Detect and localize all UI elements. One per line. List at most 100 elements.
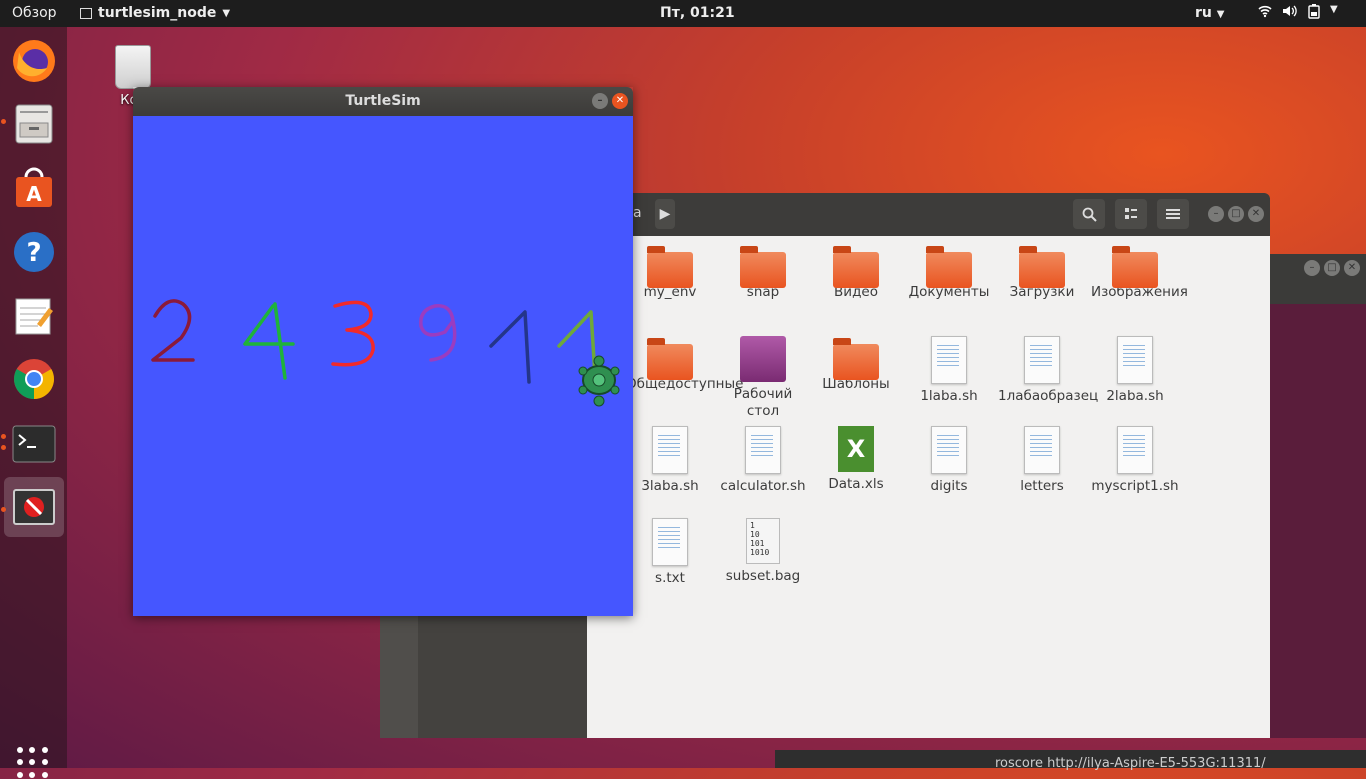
file-label: 3laba.sh	[641, 478, 699, 494]
file-label: 1лабаобразец	[998, 388, 1099, 404]
text-file-icon	[1024, 336, 1060, 384]
file-item[interactable]: X Data.xls	[812, 426, 900, 493]
text-file-icon	[652, 426, 688, 474]
menu-button[interactable]	[1157, 199, 1189, 229]
chevron-right-icon: ▶	[659, 206, 671, 222]
text-editor-launcher[interactable]	[4, 285, 64, 345]
file-item[interactable]: Документы	[905, 244, 993, 301]
notepad-icon	[15, 298, 53, 335]
drawn-digit-1	[557, 310, 597, 378]
file-item[interactable]: 2laba.sh	[1091, 336, 1179, 405]
system-tray[interactable]: ▼	[1258, 4, 1338, 23]
maximize-icon[interactable]: □	[1324, 260, 1340, 276]
turtlesim-canvas	[133, 116, 633, 616]
language-indicator[interactable]: ru ▼	[1195, 5, 1224, 21]
text-file-icon	[1117, 426, 1153, 474]
file-item[interactable]: myscript1.sh	[1091, 426, 1179, 495]
file-item[interactable]: Изображения	[1091, 244, 1188, 301]
file-label: Data.xls	[828, 476, 884, 492]
show-applications-button[interactable]	[17, 747, 49, 779]
window-icon	[80, 7, 92, 19]
volume-icon	[1282, 4, 1298, 23]
file-label: letters	[1020, 478, 1064, 494]
folder-icon	[926, 246, 972, 288]
turtlesim-window: TurtleSim – ✕	[133, 87, 633, 616]
file-item[interactable]: 1 10 101 1010 subset.bag	[719, 518, 807, 585]
minimize-icon[interactable]: –	[1208, 206, 1224, 222]
breadcrumb[interactable]: a	[633, 205, 642, 221]
drawn-digit-4	[243, 302, 295, 380]
file-item[interactable]: digits	[905, 426, 993, 495]
chevron-down-icon: ▼	[1216, 9, 1225, 20]
turtlesim-launcher[interactable]	[4, 477, 64, 537]
file-label: subset.bag	[725, 568, 801, 584]
folder-icon	[740, 246, 786, 288]
search-icon	[1082, 207, 1097, 222]
text-file-icon	[931, 336, 967, 384]
folder-icon	[647, 338, 693, 380]
text-file-icon	[1117, 336, 1153, 384]
app-menu[interactable]: turtlesim_node ▼	[80, 5, 230, 21]
minimize-icon[interactable]: –	[1304, 260, 1320, 276]
folder-icon	[833, 338, 879, 380]
file-item[interactable]: calculator.sh	[719, 426, 807, 495]
file-item[interactable]: Загрузки	[998, 244, 1086, 301]
file-item[interactable]: s.txt	[626, 518, 714, 587]
svg-text:A: A	[26, 182, 42, 206]
file-label: Рабочий стол	[733, 386, 793, 419]
terminal-icon	[12, 425, 56, 463]
file-item[interactable]: my_env	[626, 244, 714, 301]
files-launcher[interactable]	[4, 93, 64, 153]
chrome-launcher[interactable]	[4, 349, 64, 409]
help-launcher[interactable]: ?	[4, 222, 64, 282]
close-icon[interactable]: ✕	[612, 93, 628, 109]
search-button[interactable]	[1073, 199, 1105, 229]
drawn-digit-9	[419, 304, 457, 362]
file-item[interactable]: 1лабаобразец	[998, 336, 1099, 405]
file-item[interactable]: letters	[998, 426, 1086, 495]
file-item[interactable]: 1laba.sh	[905, 336, 993, 405]
software-center-icon: A	[16, 167, 52, 207]
text-file-icon	[1024, 426, 1060, 474]
file-label: s.txt	[655, 570, 685, 586]
binary-file-icon: 1 10 101 1010	[746, 518, 780, 564]
firefox-launcher[interactable]	[4, 31, 64, 91]
terminal-window[interactable]: roscore http://ilya-Aspire-E5-553G:11311…	[775, 750, 1366, 771]
file-item[interactable]: Общедоступные	[626, 336, 743, 393]
hamburger-icon	[1166, 209, 1180, 219]
text-file-icon	[652, 518, 688, 566]
view-toggle-button[interactable]	[1115, 199, 1147, 229]
clock[interactable]: Пт, 01:21	[660, 5, 735, 21]
file-item[interactable]: Рабочий стол	[719, 336, 807, 420]
app-menu-label: turtlesim_node	[98, 5, 217, 21]
folder-icon	[1112, 246, 1158, 288]
wifi-icon	[1258, 4, 1272, 23]
chevron-down-icon: ▼	[222, 7, 231, 19]
folder-icon	[833, 246, 879, 288]
file-item[interactable]: Видео	[812, 244, 900, 301]
firefox-icon	[13, 40, 55, 82]
list-view-icon	[1125, 208, 1137, 219]
activities-button[interactable]: Обзор	[12, 5, 57, 21]
close-icon[interactable]: ✕	[1344, 260, 1360, 276]
file-grid: kin_wsmy_envsnapВидеоДокументыЗагрузкиИз…	[574, 236, 1270, 738]
file-item[interactable]: Шаблоны	[812, 336, 900, 393]
maximize-icon[interactable]: □	[1228, 206, 1244, 222]
desktop-folder-icon	[740, 336, 786, 382]
breadcrumb-next-button[interactable]: ▶	[655, 199, 675, 229]
file-item[interactable]: snap	[719, 244, 807, 301]
background-window-titlebar[interactable]: – □ ✕	[1270, 254, 1366, 304]
turtlesim-titlebar[interactable]: TurtleSim – ✕	[133, 87, 633, 116]
folder-icon	[647, 246, 693, 288]
software-launcher[interactable]: A	[4, 157, 64, 217]
spreadsheet-icon: X	[838, 426, 874, 472]
close-icon[interactable]: ✕	[1248, 206, 1264, 222]
files-icon	[15, 104, 53, 144]
file-item[interactable]: 3laba.sh	[626, 426, 714, 495]
window-title: TurtleSim	[345, 93, 421, 109]
terminal-launcher[interactable]	[4, 414, 64, 474]
no-entry-app-icon	[13, 489, 55, 525]
battery-icon	[1308, 4, 1320, 23]
top-bar: Обзор turtlesim_node ▼ Пт, 01:21 ru ▼ ▼	[0, 0, 1366, 27]
minimize-icon[interactable]: –	[592, 93, 608, 109]
